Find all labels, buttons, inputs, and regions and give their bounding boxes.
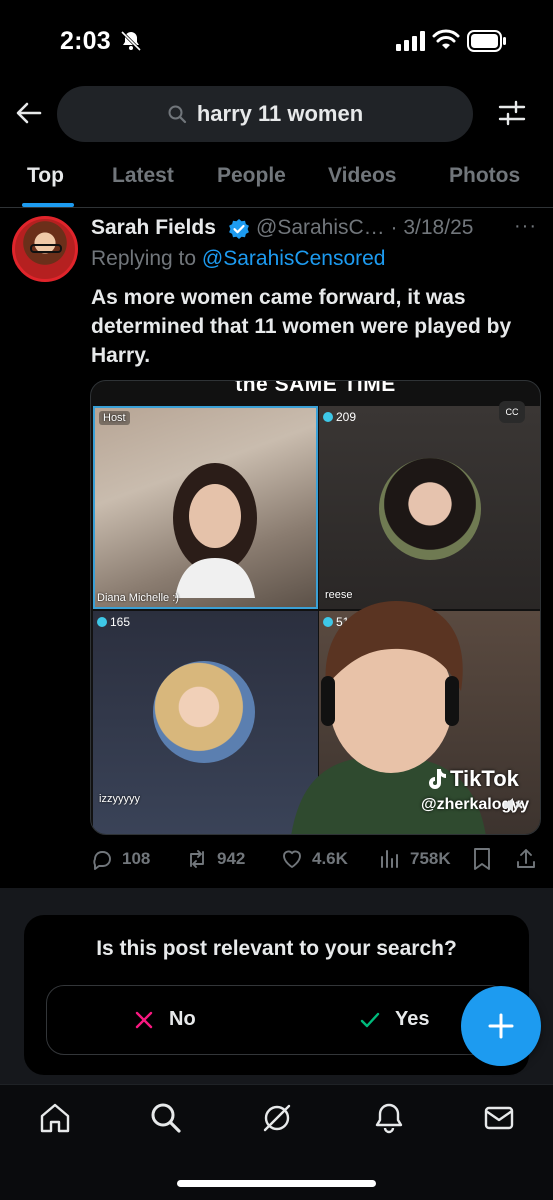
reese-avatar (379, 458, 481, 560)
post-actions: 108 942 4.6K 758K (90, 847, 540, 875)
search-input[interactable]: harry 11 women (57, 86, 473, 142)
video-caption: the SAME TIME (235, 380, 396, 396)
author-handle: @SarahisC… (256, 216, 385, 239)
search-icon[interactable] (149, 1101, 183, 1135)
date-separator: · (384, 216, 404, 239)
post-video[interactable]: the SAME TIME Host Diana Michelle :) 209… (90, 380, 541, 835)
host-label: Host (99, 411, 130, 425)
viewer-count-reese: 209 (323, 410, 356, 424)
heart-icon (283, 850, 301, 868)
live-dot-icon (323, 412, 333, 422)
like-button[interactable]: 4.6K (280, 847, 348, 871)
tab-videos[interactable]: Videos (328, 164, 396, 188)
izzy-name: izzyyyyy (99, 793, 140, 805)
search-icon (168, 105, 186, 124)
tab-people[interactable]: People (217, 164, 286, 188)
reply-prefix: Replying to (91, 247, 197, 270)
tiktok-brand: TikTok (450, 766, 519, 791)
tab-latest[interactable]: Latest (112, 164, 174, 188)
battery-icon (467, 30, 506, 52)
reply-context: Replying to @SarahisCensored (91, 247, 385, 271)
more-options-button[interactable]: ··· (514, 215, 537, 238)
status-time: 2:03 (60, 27, 111, 55)
search-header: harry 11 women (0, 84, 553, 146)
relevance-question: Is this post relevant to your search? (96, 937, 457, 960)
signal-icon (396, 31, 425, 51)
filter-icon[interactable] (497, 98, 527, 128)
no-button[interactable]: No (133, 1008, 196, 1031)
back-arrow-icon[interactable] (14, 98, 44, 128)
author-handle-and-date[interactable]: @SarahisC… · 3/18/25 (256, 216, 473, 240)
tiktok-logo-icon (429, 769, 446, 789)
reply-mention-link[interactable]: @SarahisCensored (202, 247, 386, 270)
volume-muted-icon[interactable] (501, 793, 525, 817)
repost-count: 942 (217, 849, 246, 868)
plus-icon (488, 1013, 514, 1039)
captions-icon[interactable]: CC (499, 401, 525, 423)
reply-button[interactable]: 108 (90, 847, 150, 871)
viewer-count-izzy: 165 (97, 615, 130, 629)
like-count: 4.6K (312, 849, 348, 868)
views-count: 758K (410, 849, 451, 868)
avatar[interactable] (12, 216, 78, 282)
relevance-choices: No Yes (46, 985, 508, 1055)
avatar-glasses (30, 244, 62, 253)
grok-icon[interactable] (260, 1101, 294, 1135)
bell-slash-icon (120, 30, 142, 52)
active-tab-indicator (22, 203, 74, 207)
verified-badge-icon (229, 219, 249, 239)
post[interactable]: Sarah Fields @SarahisC… · 3/18/25 ··· Re… (0, 209, 553, 885)
wifi-icon (432, 29, 460, 49)
live-dot-icon (97, 617, 107, 627)
izzy-count-value: 165 (110, 615, 131, 629)
home-icon[interactable] (38, 1101, 72, 1135)
reply-icon (93, 851, 111, 870)
status-bar: 2:03 (0, 0, 553, 84)
post-text: As more women came forward, it was deter… (91, 286, 512, 367)
home-indicator (177, 1180, 376, 1187)
search-tabs: Top Latest People Videos Photos (0, 150, 553, 208)
reese-count-value: 209 (336, 410, 357, 424)
search-query: harry 11 women (196, 101, 364, 126)
share-icon[interactable] (514, 847, 538, 871)
views-icon (381, 850, 398, 868)
tiktok-watermark: TikTok (426, 766, 519, 792)
bookmark-icon[interactable] (471, 847, 493, 871)
x-icon (135, 1011, 153, 1028)
tab-top[interactable]: Top (27, 164, 64, 188)
no-label: No (169, 1008, 196, 1030)
relevance-card: Is this post relevant to your search? No… (24, 915, 529, 1075)
compose-button[interactable] (461, 986, 541, 1066)
messages-icon[interactable] (482, 1101, 516, 1135)
post-date: 3/18/25 (403, 216, 474, 239)
tab-photos[interactable]: Photos (449, 164, 520, 188)
yes-label: Yes (395, 1008, 430, 1030)
views-button[interactable]: 758K (378, 847, 451, 871)
checkmark-icon (360, 1012, 380, 1027)
repost-icon (190, 850, 204, 868)
reply-count: 108 (122, 849, 151, 868)
notifications-icon[interactable] (372, 1101, 406, 1135)
repost-button[interactable]: 942 (185, 847, 245, 871)
author-name[interactable]: Sarah Fields (91, 216, 216, 240)
host-name: Diana Michelle :) (97, 592, 179, 604)
yes-button[interactable]: Yes (359, 1008, 429, 1031)
